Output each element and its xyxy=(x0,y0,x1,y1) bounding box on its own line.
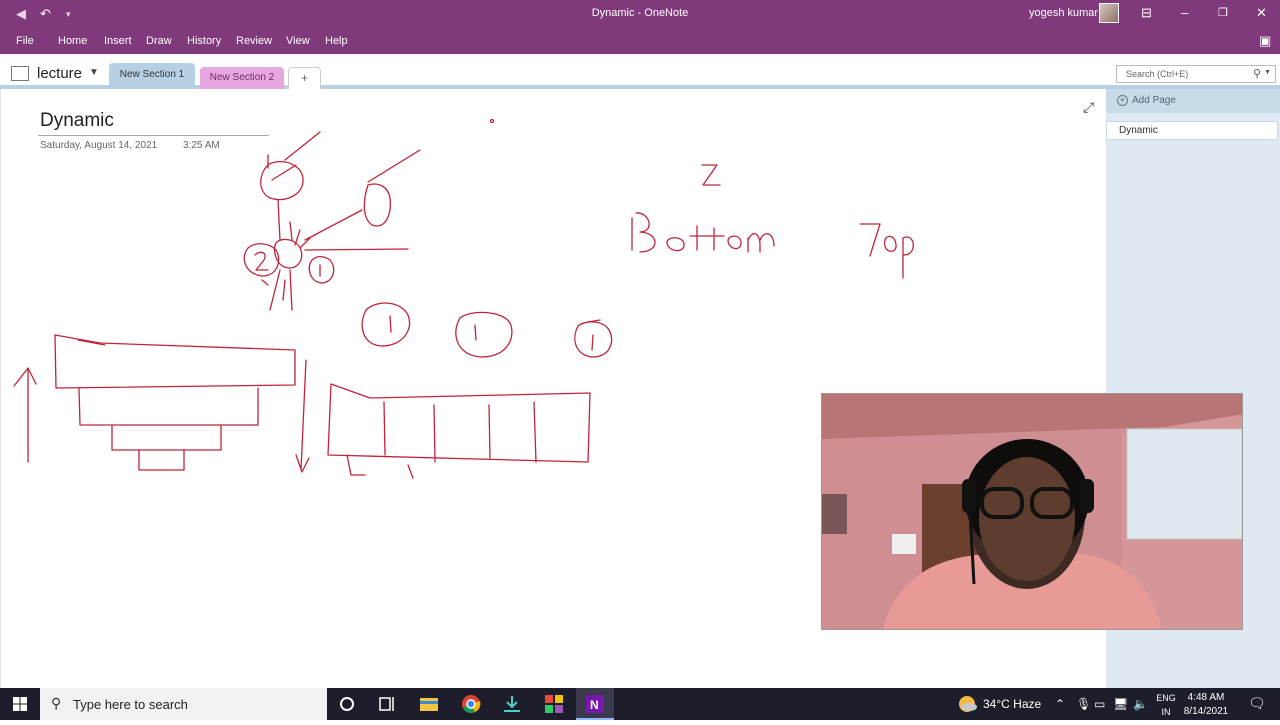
ink-text-bottom xyxy=(631,212,775,253)
windows-icon xyxy=(13,697,27,711)
ink-node-small xyxy=(308,255,335,284)
ink-pyramid-base xyxy=(138,449,185,471)
search-scope-dropdown-icon[interactable]: ▼ xyxy=(1264,69,1271,76)
chrome-icon[interactable] xyxy=(459,692,483,716)
search-icon[interactable]: ⚲ xyxy=(1253,67,1261,80)
ink-line xyxy=(474,324,477,341)
add-page-icon: + xyxy=(1117,95,1128,106)
clock[interactable]: 4:48 AM 8/14/2021 xyxy=(1181,691,1231,719)
ink-line xyxy=(289,221,311,249)
ink-node-left xyxy=(243,243,280,277)
ink-line xyxy=(284,131,321,161)
ink-line xyxy=(304,209,363,241)
onenote-taskbar-button[interactable]: N xyxy=(576,688,614,720)
ink-up-arrow xyxy=(13,367,37,463)
ink-node-right xyxy=(363,183,391,227)
ink-line xyxy=(587,319,601,351)
ink-circle-1 xyxy=(361,302,411,347)
task-view-icon[interactable] xyxy=(375,692,399,716)
ink-down-arrow xyxy=(295,359,310,473)
volume-icon[interactable]: 🔈 xyxy=(1133,697,1148,711)
search-icon: ⚲ xyxy=(51,695,62,711)
restore-icon[interactable]: ❐ xyxy=(1218,6,1228,19)
ink-line xyxy=(389,315,392,333)
page-list-item[interactable]: Dynamic xyxy=(1106,121,1278,140)
webcam-image xyxy=(822,394,1242,629)
ink-node-top xyxy=(260,161,304,201)
ink-text-top xyxy=(859,223,914,279)
onenote-icon: N xyxy=(586,695,604,713)
weather-icon[interactable] xyxy=(955,692,979,716)
ink-line xyxy=(367,149,421,183)
taskbar-search-input[interactable]: ⚲ Type here to search xyxy=(40,688,327,720)
microphone-icon[interactable]: 🎙 xyxy=(1076,697,1091,711)
close-icon[interactable]: ✕ xyxy=(1256,5,1267,21)
chat-icon[interactable]: ▣ xyxy=(1259,33,1271,49)
ink-circle-2 xyxy=(455,311,513,358)
show-hidden-icons-icon[interactable]: ⌃ xyxy=(1055,697,1065,711)
search-input[interactable]: Search (Ctrl+E) ⚲ ▼ xyxy=(1116,65,1276,83)
file-explorer-icon[interactable] xyxy=(417,692,441,716)
app-grid-icon[interactable] xyxy=(542,692,566,716)
clock-time: 4:48 AM xyxy=(1187,692,1225,703)
ink-pyramid-mid xyxy=(78,387,259,426)
ink-dot xyxy=(489,118,495,124)
cortana-icon[interactable] xyxy=(335,692,359,716)
ink-text-1 xyxy=(701,164,721,186)
minimize-icon[interactable]: – xyxy=(1181,5,1188,20)
webcam-overlay xyxy=(821,393,1243,630)
ink-line xyxy=(383,401,537,463)
battery-icon[interactable]: ▭ xyxy=(1094,697,1105,711)
add-page-label: Add Page xyxy=(1132,95,1176,106)
clock-date: 8/14/2021 xyxy=(1183,706,1229,717)
language-indicator[interactable]: ENG IN xyxy=(1153,691,1179,719)
region-code: IN xyxy=(1161,707,1171,717)
network-icon[interactable]: 🖥 xyxy=(1113,697,1128,711)
language-code: ENG xyxy=(1156,693,1176,703)
svg-text:N: N xyxy=(590,698,599,712)
ink-text-2 xyxy=(254,251,269,271)
ink-array-box xyxy=(327,383,591,463)
search-placeholder: Search (Ctrl+E) xyxy=(1126,69,1189,79)
notifications-icon[interactable]: 🗨 xyxy=(1248,695,1266,712)
download-app-icon[interactable] xyxy=(500,692,524,716)
add-page-button[interactable]: + Add Page xyxy=(1106,89,1280,113)
ink-line xyxy=(304,248,409,251)
taskbar: ⚲ Type here to search N 34°C Haze ⌃ 🎙 ▭ … xyxy=(0,688,1280,720)
ink-pyramid-low xyxy=(111,424,222,451)
ink-line xyxy=(271,164,297,181)
start-button[interactable] xyxy=(0,688,40,720)
ribbon-display-icon[interactable]: ⊟ xyxy=(1141,5,1152,21)
taskbar-search-placeholder: Type here to search xyxy=(73,697,188,712)
weather-text[interactable]: 34°C Haze xyxy=(983,697,1041,711)
ink-scribble xyxy=(346,454,414,479)
ink-line xyxy=(277,199,281,241)
